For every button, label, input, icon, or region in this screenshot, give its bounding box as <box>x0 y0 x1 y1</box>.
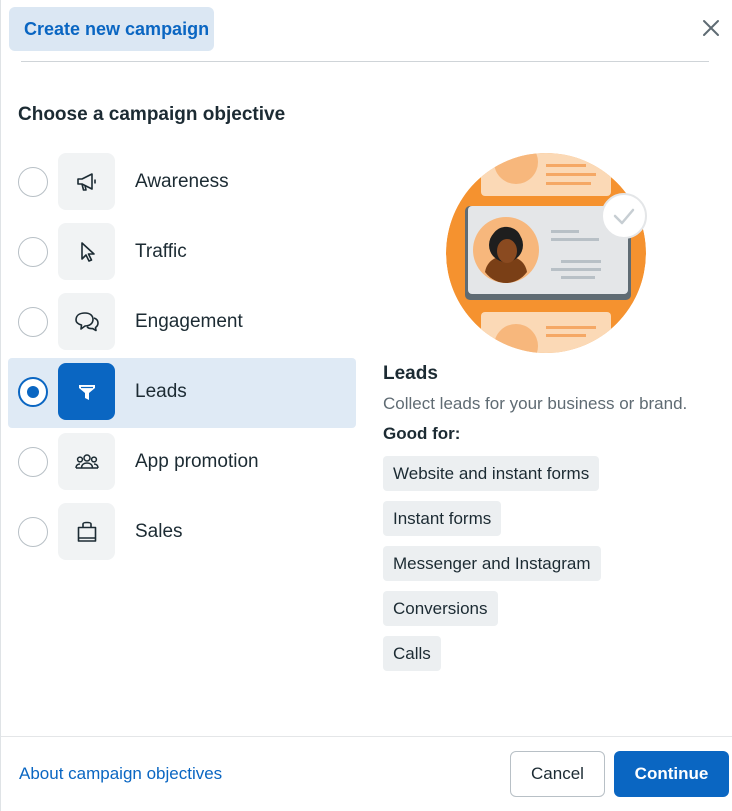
objective-label: Sales <box>135 521 183 542</box>
radio-button[interactable] <box>18 517 48 547</box>
close-icon[interactable] <box>699 16 723 40</box>
objective-label: Awareness <box>135 171 229 192</box>
people-group-icon <box>58 433 115 490</box>
good-for-tag: Messenger and Instagram <box>383 546 601 581</box>
detail-title: Leads <box>383 363 438 384</box>
good-for-tags: Website and instant forms Instant forms … <box>383 456 713 681</box>
objective-app-promotion[interactable]: App promotion <box>8 428 356 498</box>
good-for-tag: Conversions <box>383 591 498 626</box>
continue-button[interactable]: Continue <box>614 751 729 797</box>
good-for-tag: Calls <box>383 636 441 671</box>
good-for-tag: Instant forms <box>383 501 502 536</box>
good-for-tag: Website and instant forms <box>383 456 600 491</box>
objective-leads[interactable]: Leads <box>8 358 356 428</box>
header-divider <box>21 61 709 62</box>
create-campaign-modal: Create new campaign Choose a campaign ob… <box>0 0 732 811</box>
objective-label: Engagement <box>135 311 243 332</box>
leads-illustration <box>441 148 651 358</box>
funnel-icon <box>58 363 115 420</box>
objective-traffic[interactable]: Traffic <box>8 218 356 288</box>
objective-list: Awareness Traffic Engagement Leads App p… <box>8 148 356 568</box>
objective-label: Leads <box>135 381 187 402</box>
radio-button[interactable] <box>18 447 48 477</box>
objective-awareness[interactable]: Awareness <box>8 148 356 218</box>
radio-button[interactable] <box>18 237 48 267</box>
about-objectives-link[interactable]: About campaign objectives <box>19 764 222 784</box>
cursor-icon <box>58 223 115 280</box>
objective-label: Traffic <box>135 241 187 262</box>
footer-divider <box>1 736 732 737</box>
shopping-bag-icon <box>58 503 115 560</box>
radio-button[interactable] <box>18 167 48 197</box>
cancel-button[interactable]: Cancel <box>510 751 605 797</box>
megaphone-icon <box>58 153 115 210</box>
objective-sales[interactable]: Sales <box>8 498 356 568</box>
modal-header: Create new campaign <box>1 0 732 62</box>
chat-bubbles-icon <box>58 293 115 350</box>
objective-engagement[interactable]: Engagement <box>8 288 356 358</box>
modal-title: Create new campaign <box>9 7 214 51</box>
radio-button[interactable] <box>18 307 48 337</box>
good-for-label: Good for: <box>383 424 461 443</box>
detail-description: Collect leads for your business or brand… <box>383 394 688 413</box>
radio-button[interactable] <box>18 377 48 407</box>
section-title: Choose a campaign objective <box>18 104 286 125</box>
objective-label: App promotion <box>135 451 259 472</box>
